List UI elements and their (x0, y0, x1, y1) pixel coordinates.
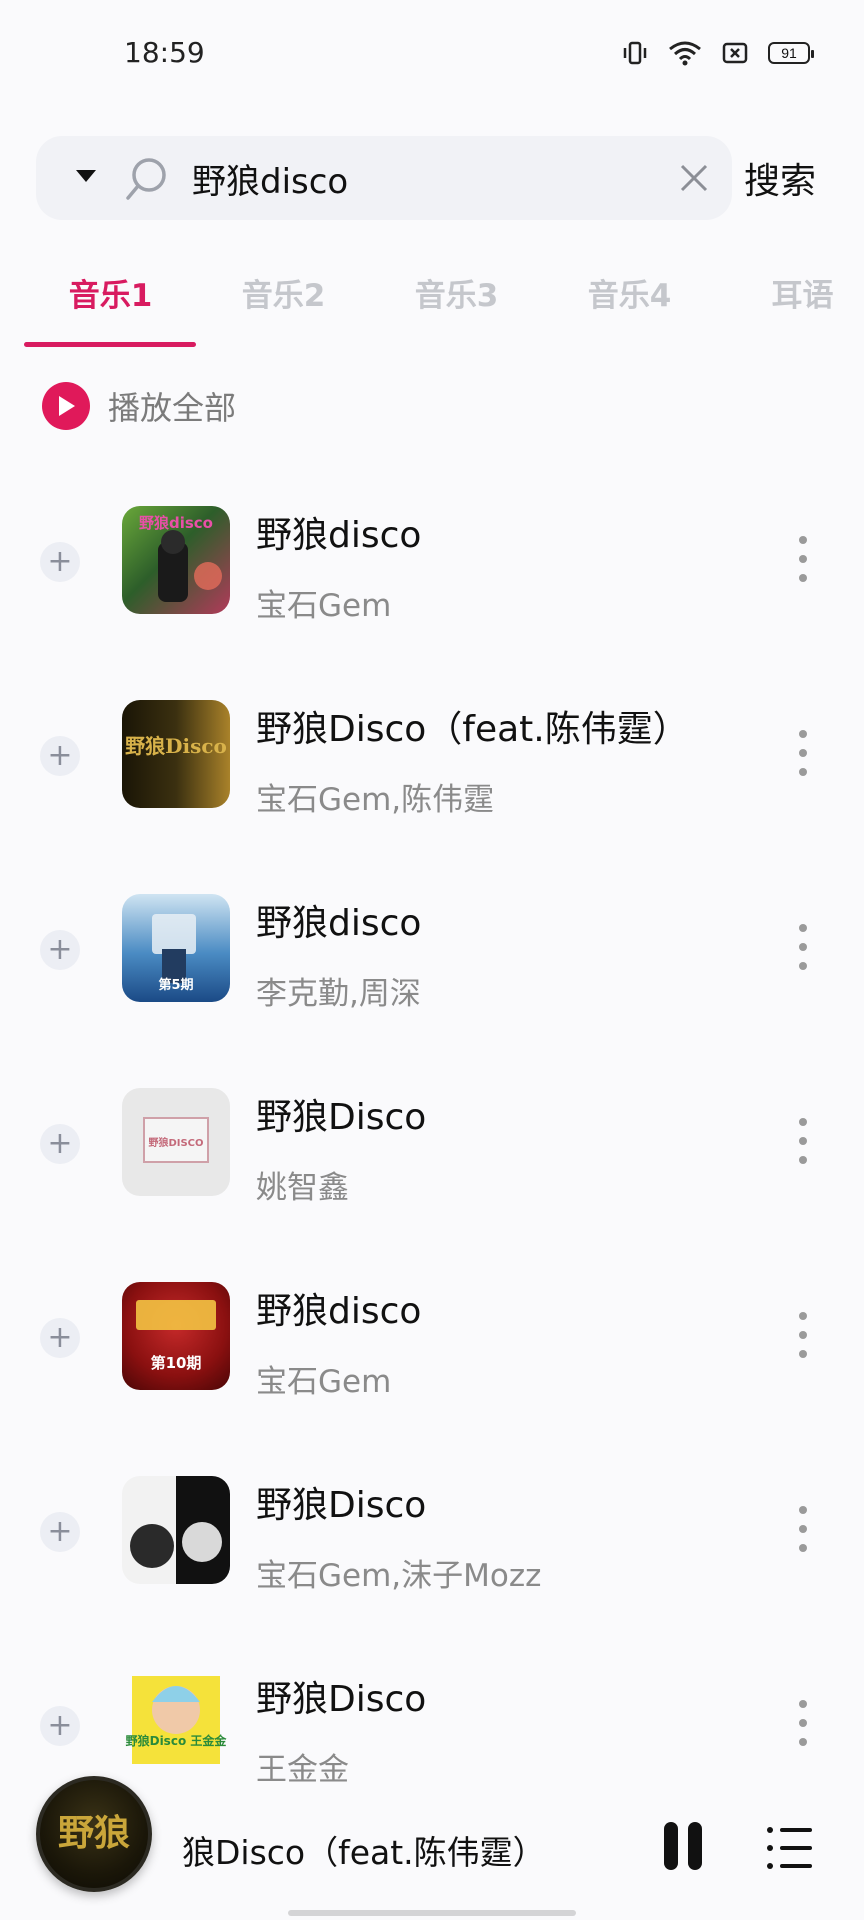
song-row[interactable]: + 第5期 野狼disco 李克勤,周深 (0, 868, 864, 1062)
status-bar: 18:59 91 (0, 0, 864, 110)
add-icon[interactable]: + (40, 930, 80, 970)
play-all-label: 播放全部 (108, 389, 237, 427)
status-time: 18:59 (124, 36, 205, 69)
mini-player-cover[interactable]: 野狼 (36, 1776, 152, 1892)
battery-icon: 91 (768, 42, 814, 64)
song-artist: 姚智鑫 (256, 1170, 349, 1206)
song-title: 野狼Disco (256, 1485, 427, 1526)
album-cover: 野狼disco (122, 506, 230, 614)
tab-music-1[interactable]: 音乐1 (24, 270, 197, 315)
song-artist: 宝石Gem (256, 588, 392, 624)
song-row[interactable]: + 野狼Disco 野狼Disco（feat.陈伟霆） 宝石Gem,陈伟霆 (0, 674, 864, 868)
wifi-icon (669, 41, 701, 66)
album-cover-text: 野狼Disco (125, 734, 227, 758)
album-cover: 野狼Disco (122, 700, 230, 808)
song-row[interactable]: + 野狼Disco 宝石Gem,沫子Mozz (0, 1450, 864, 1644)
tab-music-2[interactable]: 音乐2 (197, 270, 370, 315)
search-icon (126, 158, 166, 200)
add-icon[interactable]: + (40, 1706, 80, 1746)
search-button[interactable]: 搜索 (744, 152, 816, 204)
song-row[interactable]: + 野狼disco 野狼disco 宝石Gem (0, 480, 864, 674)
playlist-icon[interactable] (766, 1826, 814, 1870)
song-title: 野狼disco (256, 1291, 422, 1332)
more-options-icon[interactable] (796, 1700, 810, 1746)
status-icons: 91 (622, 40, 814, 66)
song-title: 野狼disco (256, 903, 422, 944)
song-artist: 宝石Gem,沫子Mozz (256, 1558, 542, 1594)
album-cover: 第10期 (122, 1282, 230, 1390)
album-cover-text: 野狼DISCO (148, 1138, 204, 1149)
song-row[interactable]: + 野狼DISCO 野狼Disco 姚智鑫 (0, 1062, 864, 1256)
play-all-button[interactable]: 播放全部 (42, 382, 236, 430)
search-input[interactable] (192, 152, 652, 204)
home-indicator[interactable] (288, 1910, 576, 1916)
album-cover-text: 野狼Disco 王金金 (125, 1734, 227, 1748)
tab-bar: 音乐1 音乐2 音乐3 音乐4 耳语 (0, 262, 864, 352)
play-icon (42, 382, 90, 430)
no-sim-icon (722, 42, 748, 64)
pause-icon[interactable] (664, 1822, 704, 1874)
search-box[interactable] (36, 136, 732, 220)
song-row[interactable]: + 第10期 野狼disco 宝石Gem (0, 1256, 864, 1450)
tab-whisper[interactable]: 耳语 (716, 270, 864, 315)
more-options-icon[interactable] (796, 1312, 810, 1358)
song-artist: 王金金 (256, 1752, 349, 1788)
clear-icon[interactable] (676, 160, 712, 196)
album-cover: 野狼Disco 王金金 (122, 1670, 230, 1778)
album-cover: 野狼DISCO (122, 1088, 230, 1196)
add-icon[interactable]: + (40, 1124, 80, 1164)
add-icon[interactable]: + (40, 1512, 80, 1552)
album-cover: 第5期 (122, 894, 230, 1002)
more-options-icon[interactable] (796, 730, 810, 776)
tab-music-3[interactable]: 音乐3 (370, 270, 543, 315)
tab-indicator (24, 342, 196, 347)
more-options-icon[interactable] (796, 1506, 810, 1552)
dropdown-triangle-icon[interactable] (74, 168, 98, 184)
album-cover (122, 1476, 230, 1584)
song-title: 野狼Disco (256, 1097, 427, 1138)
add-icon[interactable]: + (40, 542, 80, 582)
more-options-icon[interactable] (796, 1118, 810, 1164)
album-cover-text: 第5期 (158, 978, 194, 993)
song-title: 野狼Disco (256, 1679, 427, 1720)
add-icon[interactable]: + (40, 1318, 80, 1358)
mini-player-title: 狼Disco（feat.陈伟霆） (182, 1833, 546, 1872)
album-cover-text: 第10期 (150, 1354, 202, 1372)
song-artist: 宝石Gem,陈伟霆 (256, 782, 495, 818)
song-artist: 李克勤,周深 (256, 976, 421, 1012)
song-artist: 宝石Gem (256, 1364, 392, 1400)
tab-music-4[interactable]: 音乐4 (543, 270, 716, 315)
mini-player[interactable]: 野狼 狼Disco（feat.陈伟霆） (0, 1776, 864, 1920)
song-title: 野狼disco (256, 515, 422, 556)
song-list: + 野狼disco 野狼disco 宝石Gem + 野狼Disco 野狼Disc… (0, 480, 864, 1838)
add-icon[interactable]: + (40, 736, 80, 776)
more-options-icon[interactable] (796, 924, 810, 970)
vibrate-icon (623, 41, 647, 65)
mini-player-cover-text: 野狼 (57, 1812, 130, 1854)
more-options-icon[interactable] (796, 536, 810, 582)
song-title: 野狼Disco（feat.陈伟霆） (256, 709, 689, 750)
